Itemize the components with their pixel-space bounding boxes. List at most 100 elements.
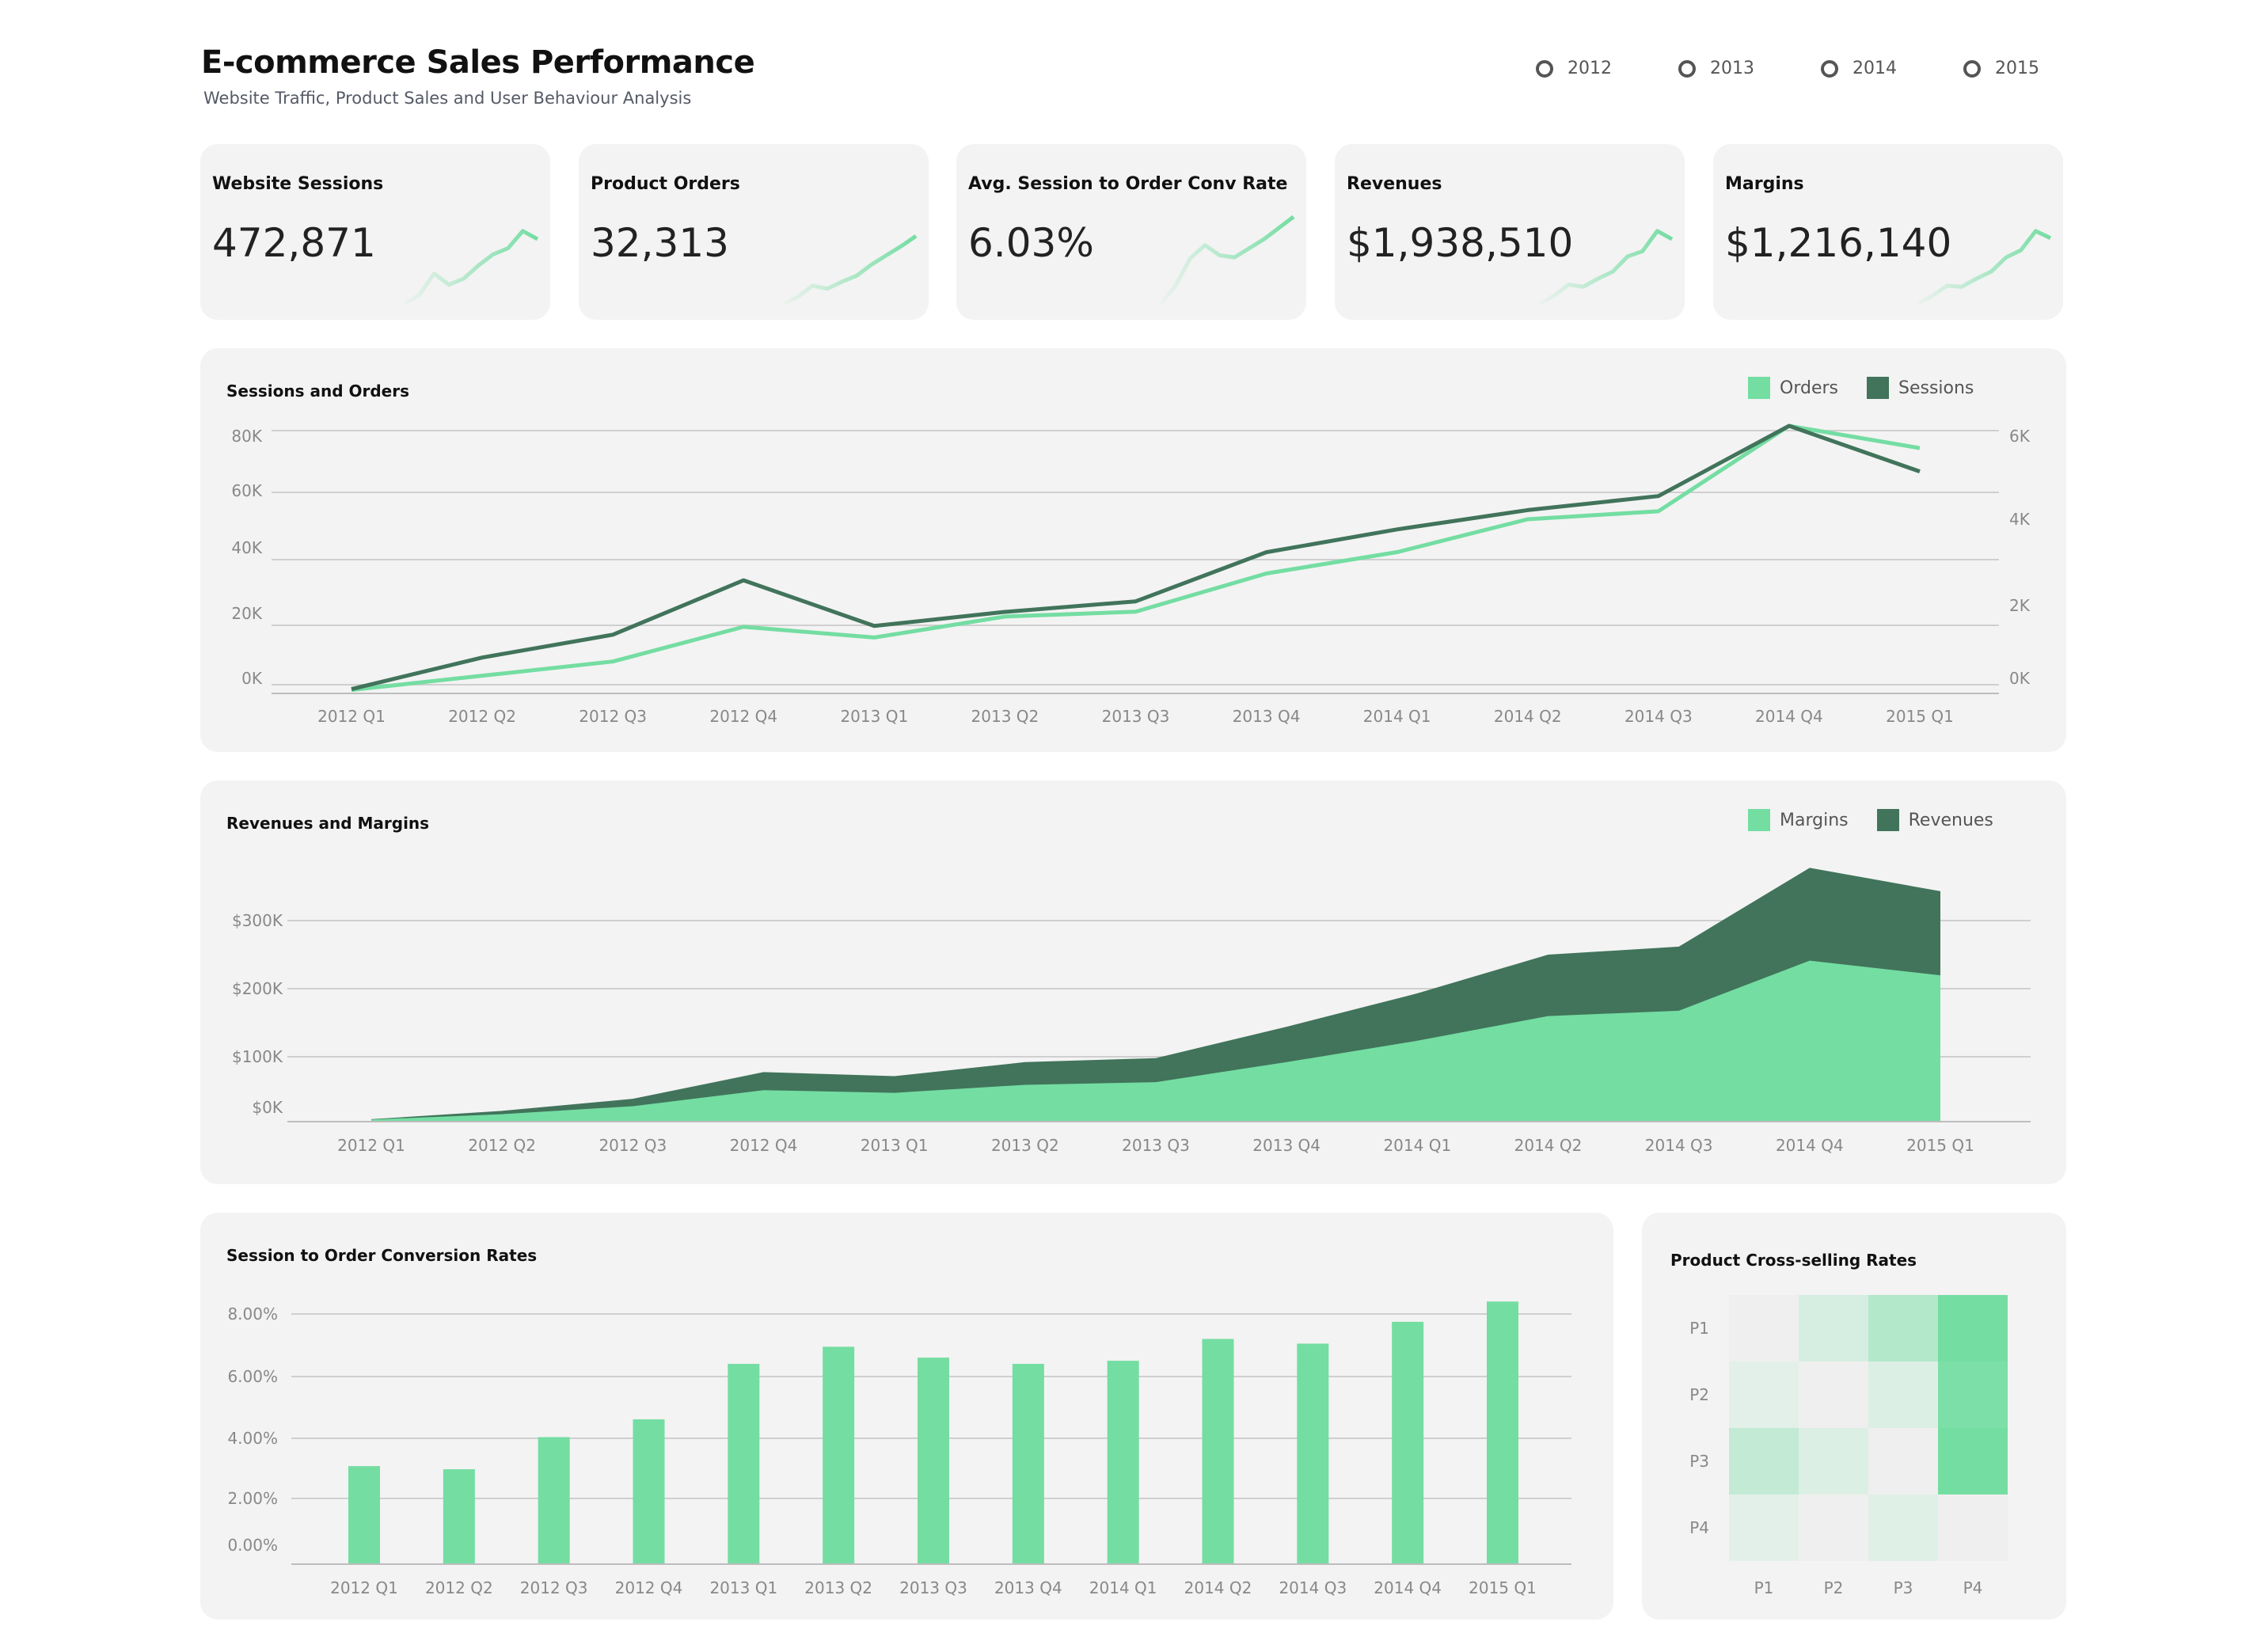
heatmap-col-label: P1 bbox=[1754, 1578, 1774, 1597]
x-tick-label: 2014 Q2 bbox=[1494, 707, 1562, 726]
y-left-tick-label: 20K bbox=[231, 604, 262, 623]
bar bbox=[1202, 1339, 1234, 1563]
heatmap-col-label: P3 bbox=[1894, 1578, 1913, 1597]
x-tick-label: 2012 Q4 bbox=[709, 707, 777, 726]
x-tick-label: 2012 Q1 bbox=[330, 1578, 398, 1597]
x-tick-label: 2012 Q3 bbox=[598, 1136, 667, 1155]
x-tick-label: 2014 Q2 bbox=[1184, 1578, 1252, 1597]
heatmap-cell bbox=[1799, 1295, 1868, 1361]
x-tick-label: 2013 Q2 bbox=[804, 1578, 872, 1597]
y-tick-label: 8.00% bbox=[227, 1305, 278, 1323]
x-tick-label: 2012 Q4 bbox=[730, 1136, 798, 1155]
bar bbox=[1392, 1321, 1424, 1563]
heatmap-col-label: P2 bbox=[1824, 1578, 1844, 1597]
x-tick-label: 2014 Q4 bbox=[1776, 1136, 1844, 1155]
y-tick-label: 6.00% bbox=[227, 1367, 278, 1386]
year-label: 2013 bbox=[1710, 59, 1754, 78]
kpi-card-conversion-rate[interactable]: Avg. Session to Order Conv Rate 6.03% bbox=[956, 144, 1306, 320]
heatmap-cell bbox=[1938, 1295, 2008, 1361]
kpi-card-revenues[interactable]: Revenues $1,938,510 bbox=[1335, 144, 1685, 320]
x-tick-label: 2013 Q1 bbox=[840, 707, 908, 726]
legend-item-margins[interactable]: Margins bbox=[1748, 809, 1849, 831]
radio-icon[interactable] bbox=[1536, 59, 1553, 78]
y-tick-label: 4.00% bbox=[227, 1429, 278, 1448]
x-tick-label: 2013 Q3 bbox=[1122, 1136, 1190, 1155]
year-option-2014[interactable]: 2014 bbox=[1821, 59, 1963, 78]
kpi-sparkline bbox=[1537, 229, 1674, 306]
heatmap-cell bbox=[1799, 1494, 1868, 1561]
y-tick-label: 0.00% bbox=[227, 1536, 278, 1555]
year-option-2012[interactable]: 2012 bbox=[1536, 59, 1678, 78]
bar bbox=[1107, 1361, 1139, 1563]
heatmap-cell bbox=[1938, 1361, 2008, 1428]
x-tick-label: 2014 Q4 bbox=[1374, 1578, 1442, 1597]
sessions-orders-chart: 0K 20K 40K 60K 80K 0K 2K 4K 6K 2012 Q1 2012 Q2 2012… bbox=[231, 423, 2031, 726]
heatmap-cell bbox=[1868, 1295, 1938, 1361]
dashboard-subtitle: Website Traffic, Product Sales and User … bbox=[203, 89, 692, 108]
kpi-card-product-orders[interactable]: Product Orders 32,313 bbox=[579, 144, 929, 320]
x-tick-label: 2012 Q1 bbox=[337, 1136, 405, 1155]
y-tick-label: $100K bbox=[232, 1047, 283, 1066]
year-option-2015[interactable]: 2015 bbox=[1963, 59, 2106, 78]
series-line-sessions bbox=[351, 423, 1921, 691]
x-tick-label: 2012 Q1 bbox=[317, 707, 386, 726]
legend-swatch bbox=[1866, 377, 1889, 399]
heatmap-cell bbox=[1868, 1361, 1938, 1428]
legend-label: Margins bbox=[1780, 810, 1849, 830]
kpi-value: 472,871 bbox=[212, 220, 376, 266]
heatmap-cell bbox=[1938, 1494, 2008, 1561]
x-tick-label: 2014 Q2 bbox=[1514, 1136, 1583, 1155]
kpi-title: Product Orders bbox=[591, 174, 740, 194]
x-tick-label: 2015 Q1 bbox=[1469, 1578, 1537, 1597]
panel-conversion-rates: 0.00% 2.00% 4.00% 6.00% 8.00% 2012 Q1 2012 Q2 2… bbox=[200, 1213, 1613, 1620]
bar bbox=[538, 1437, 570, 1563]
sparkline-line bbox=[1159, 215, 1295, 306]
heatmap-row-label: P3 bbox=[1689, 1452, 1709, 1471]
panel-title: Product Cross-selling Rates bbox=[1670, 1251, 1917, 1270]
kpi-card-margins[interactable]: Margins $1,216,140 bbox=[1713, 144, 2063, 320]
x-tick-label: 2013 Q3 bbox=[1102, 707, 1170, 726]
heatmap-row-label: P1 bbox=[1689, 1319, 1709, 1338]
kpi-card-website-sessions[interactable]: Website Sessions 472,871 bbox=[200, 144, 550, 320]
sparkline-line bbox=[1537, 229, 1674, 306]
heatmap-cell bbox=[1799, 1428, 1868, 1494]
kpi-value: 6.03% bbox=[968, 220, 1094, 266]
year-option-2013[interactable]: 2013 bbox=[1678, 59, 1821, 78]
legend-item-orders[interactable]: Orders bbox=[1748, 377, 1838, 399]
radio-icon[interactable] bbox=[1821, 59, 1838, 78]
y-right-tick-label: 2K bbox=[2009, 596, 2031, 615]
panel-title: Sessions and Orders bbox=[226, 382, 410, 401]
x-tick-label: 2013 Q4 bbox=[1233, 707, 1301, 726]
y-right-tick-label: 0K bbox=[2009, 669, 2031, 688]
year-label: 2015 bbox=[1995, 59, 2039, 78]
kpi-sparkline bbox=[1916, 229, 2052, 306]
legend-item-revenues[interactable]: Revenues bbox=[1876, 809, 1993, 831]
kpi-sparkline bbox=[781, 234, 918, 306]
radio-icon[interactable] bbox=[1963, 59, 1981, 78]
cross-selling-heatmap: P1 P2 P3 P4 P1 P2 P3 P4 bbox=[1689, 1295, 2008, 1597]
heatmap-cell bbox=[1729, 1494, 1799, 1561]
heatmap-cell bbox=[1729, 1295, 1799, 1361]
x-tick-label: 2013 Q4 bbox=[1252, 1136, 1320, 1155]
heatmap-cell bbox=[1729, 1361, 1799, 1428]
y-left-tick-label: 60K bbox=[231, 481, 262, 500]
legend-label: Revenues bbox=[1908, 810, 1993, 830]
heatmap-col-label: P4 bbox=[1963, 1578, 1983, 1597]
bar bbox=[633, 1419, 665, 1563]
sparkline-line bbox=[1916, 229, 2052, 306]
panel-revenues-margins: $0K $100K $200K $300K 2012 Q1 2012 Q2 2012 Q3 2… bbox=[200, 780, 2066, 1184]
x-tick-label: 2014 Q1 bbox=[1363, 707, 1431, 726]
x-tick-label: 2013 Q1 bbox=[709, 1578, 777, 1597]
bar bbox=[1012, 1364, 1044, 1563]
radio-icon[interactable] bbox=[1678, 59, 1696, 78]
x-tick-label: 2015 Q1 bbox=[1886, 707, 1954, 726]
y-tick-label: 2.00% bbox=[227, 1489, 278, 1508]
y-left-tick-label: 80K bbox=[231, 427, 262, 446]
legend-item-sessions[interactable]: Sessions bbox=[1866, 377, 1974, 399]
bar bbox=[443, 1469, 475, 1563]
panel-cross-selling: P1 P2 P3 P4 P1 P2 P3 P4 Product Cross-selling R… bbox=[1642, 1213, 2066, 1620]
heatmap-cell bbox=[1938, 1428, 2008, 1494]
x-tick-label: 2012 Q4 bbox=[615, 1578, 683, 1597]
heatmap-cell bbox=[1868, 1494, 1938, 1561]
x-tick-label: 2014 Q1 bbox=[1383, 1136, 1451, 1155]
